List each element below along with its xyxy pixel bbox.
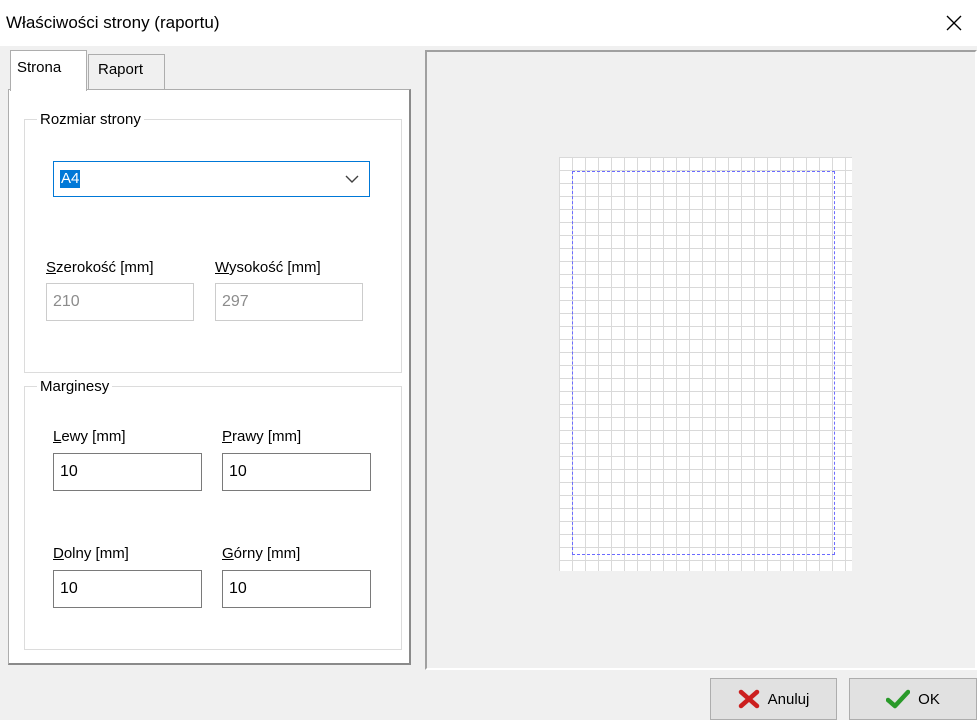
cancel-button[interactable]: Anuluj	[710, 678, 837, 720]
cancel-button-label: Anuluj	[767, 690, 810, 708]
top-margin-label: Górny [mm]	[222, 545, 301, 562]
window-title: Właściwości strony (raportu)	[6, 13, 220, 32]
page-size-select[interactable]: A4	[53, 161, 370, 197]
title-bar: Właściwości strony (raportu)	[0, 0, 977, 46]
margins-group-label: Marginesy	[40, 378, 110, 395]
width-field[interactable]: 210	[46, 283, 194, 321]
right-margin-label: Prawy [mm]	[222, 428, 302, 445]
left-margin-label: Lewy [mm]	[53, 428, 126, 445]
tab-label: Strona	[17, 59, 62, 76]
bottom-margin-field[interactable]: 10	[53, 570, 202, 608]
close-icon	[946, 15, 962, 31]
tab-panel-strona: Rozmiar strony A4 Szerokość [mm] 210 Wys…	[8, 89, 411, 665]
height-field[interactable]: 297	[215, 283, 363, 321]
chevron-down-icon	[345, 175, 359, 183]
page-size-selected-value: A4	[60, 170, 81, 188]
x-icon	[738, 689, 759, 709]
checkmark-icon	[886, 689, 911, 709]
page-preview-panel	[425, 50, 977, 670]
right-margin-field[interactable]: 10	[222, 453, 371, 491]
ok-button-label: OK	[918, 690, 940, 708]
page-size-group: Rozmiar strony	[24, 111, 402, 373]
tab-strip: Strona Raport	[0, 46, 420, 91]
tab-raport[interactable]: Raport	[88, 54, 165, 90]
page-preview-sheet	[559, 157, 852, 571]
margins-group: Marginesy	[24, 378, 402, 650]
left-margin-field[interactable]: 10	[53, 453, 202, 491]
page-size-group-label: Rozmiar strony	[40, 111, 141, 128]
width-label: Szerokość [mm]	[46, 259, 154, 276]
ok-button[interactable]: OK	[849, 678, 977, 720]
tab-strona[interactable]: Strona	[10, 50, 87, 91]
bottom-margin-label: Dolny [mm]	[53, 545, 129, 562]
margin-boundary	[572, 171, 835, 555]
tab-label: Raport	[98, 61, 144, 78]
height-label: Wysokość [mm]	[215, 259, 321, 276]
top-margin-field[interactable]: 10	[222, 570, 371, 608]
close-button[interactable]	[931, 0, 977, 46]
